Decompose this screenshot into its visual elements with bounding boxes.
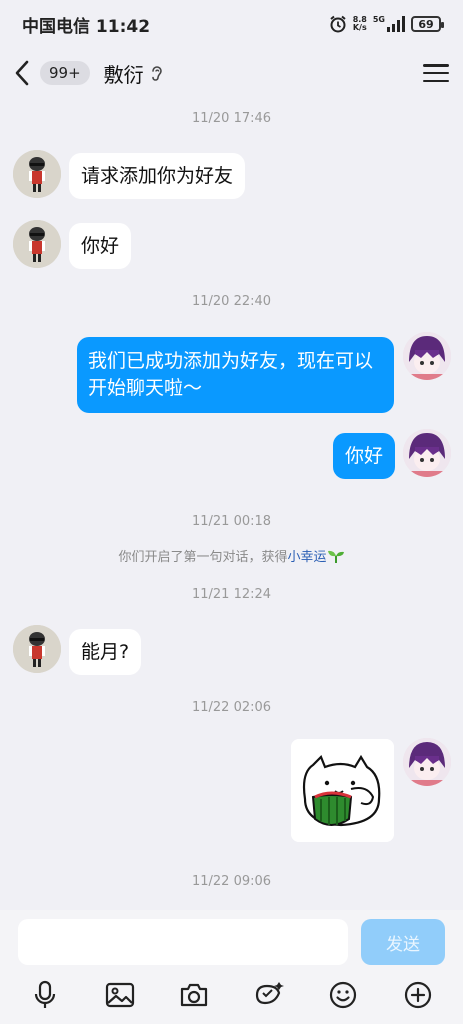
- message-line: 开始聊天啦～: [88, 377, 203, 399]
- unread-badge[interactable]: 99+: [40, 61, 90, 85]
- avatar-self[interactable]: [403, 429, 451, 477]
- lucky-link[interactable]: 小幸运: [288, 550, 327, 565]
- network-speed: 8.8 K/s: [353, 16, 367, 32]
- message-input[interactable]: [18, 919, 348, 965]
- avatar-friend[interactable]: [13, 150, 61, 198]
- timestamp: 11/20 17:46: [191, 111, 272, 126]
- timestamp: 11/22 02:06: [191, 700, 272, 715]
- signal: 5G: [373, 16, 405, 32]
- avatar-image: [403, 332, 451, 380]
- avatar-friend[interactable]: [13, 625, 61, 673]
- sprout-icon: [327, 550, 344, 563]
- status-icons: 8.8 K/s 5G 69: [329, 15, 444, 33]
- camera-icon[interactable]: [174, 975, 214, 1015]
- avatar-self[interactable]: [403, 738, 451, 786]
- input-bar: 发送: [0, 910, 463, 1024]
- plus-circle-icon[interactable]: [398, 975, 438, 1015]
- message-bubble-outgoing[interactable]: 我们已成功添加为好友，现在可以 开始聊天啦～: [77, 337, 394, 413]
- avatar-image: [403, 429, 451, 477]
- carrier-time: 中国电信 11:42: [22, 16, 151, 37]
- chat-header: 99+ 敷衍: [0, 48, 463, 98]
- red-packet-icon[interactable]: [249, 975, 289, 1015]
- message-line: 我们已成功添加为好友，现在可以: [88, 350, 374, 372]
- alarm-icon: [330, 15, 346, 33]
- message-bubble-incoming[interactable]: 能月?: [69, 629, 142, 675]
- emoji-icon[interactable]: [323, 975, 363, 1015]
- avatar-image: [13, 220, 61, 268]
- message-list[interactable]: 11/20 17:46 请求添加你为好友 你好 11/20 22:40 我们已成…: [0, 98, 463, 910]
- avatar-self[interactable]: [403, 332, 451, 380]
- system-notice: 你们开启了第一句对话，获得小幸运: [0, 546, 463, 565]
- status-bar: 中国电信 11:42 8.8 K/s 5G 69: [0, 0, 463, 48]
- sticker-cat-watermelon[interactable]: [291, 739, 394, 842]
- system-notice-text: 你们开启了第一句对话，获得: [118, 550, 288, 565]
- chevron-left-icon[interactable]: [14, 58, 36, 88]
- signal-bars-icon: [387, 16, 405, 32]
- timestamp: 11/22 09:06: [191, 874, 272, 889]
- image-icon[interactable]: [100, 975, 140, 1015]
- message-bubble-incoming[interactable]: 你好: [69, 223, 132, 269]
- avatar-friend[interactable]: [13, 220, 61, 268]
- page-title: 敷衍: [103, 62, 144, 87]
- avatar-image: [13, 150, 61, 198]
- avatar-image: [13, 625, 61, 673]
- message-bubble-outgoing[interactable]: 你好: [333, 433, 396, 479]
- timestamp: 11/21 12:24: [191, 587, 272, 602]
- timestamp: 11/20 22:40: [191, 294, 272, 309]
- sticker-image: [291, 739, 394, 842]
- timestamp: 11/21 00:18: [191, 514, 272, 529]
- microphone-icon[interactable]: [25, 975, 65, 1015]
- battery-indicator: 69: [411, 16, 444, 32]
- ear-icon: [150, 64, 164, 82]
- menu-icon[interactable]: [423, 61, 449, 85]
- avatar-image: [403, 738, 451, 786]
- battery-level: 69: [418, 17, 434, 31]
- message-bubble-incoming[interactable]: 请求添加你为好友: [69, 153, 246, 199]
- speed-unit: K/s: [352, 23, 367, 32]
- network-type: 5G: [372, 15, 385, 24]
- toolbar: [0, 972, 463, 1018]
- send-button[interactable]: 发送: [361, 919, 445, 965]
